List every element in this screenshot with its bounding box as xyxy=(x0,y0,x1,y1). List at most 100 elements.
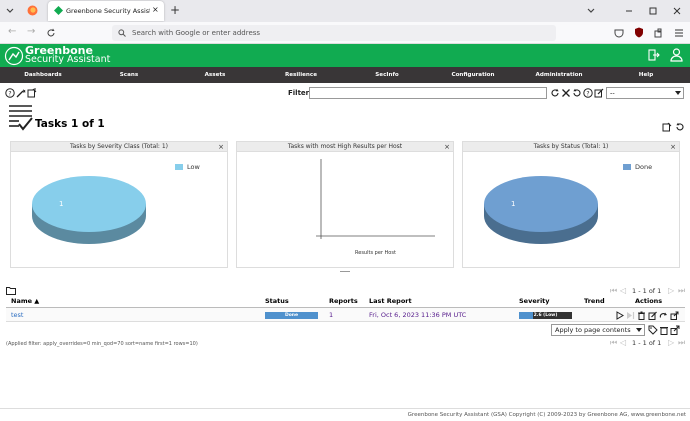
task-wizard-icon[interactable] xyxy=(16,88,26,98)
pager-text: 1 - 1 of 1 xyxy=(632,287,662,295)
bulk-trash-icon[interactable] xyxy=(659,325,669,335)
main-nav: Dashboards Scans Assets Resilience SecIn… xyxy=(0,67,690,83)
add-dashboard-icon[interactable] xyxy=(662,122,672,132)
nav-assets[interactable]: Assets xyxy=(172,67,258,83)
legend-swatch-done xyxy=(623,164,631,170)
chevron-down-icon[interactable] xyxy=(5,6,15,16)
ublock-shield-icon[interactable] xyxy=(634,27,644,38)
col-trend: Trend xyxy=(584,297,605,305)
clear-filter-icon[interactable] xyxy=(561,88,571,98)
pie-slice-low[interactable] xyxy=(32,176,146,232)
nav-scans[interactable]: Scans xyxy=(86,67,172,83)
panel-title: Tasks by Status (Total: 1) xyxy=(533,143,609,150)
new-tab-button[interactable]: + xyxy=(170,3,180,17)
first-page-icon[interactable]: ⏮ xyxy=(610,287,617,295)
menu-icon[interactable] xyxy=(674,28,684,38)
extensions-icon[interactable] xyxy=(654,28,664,38)
list-all-tabs-icon[interactable] xyxy=(586,6,596,16)
brand-subtitle: Security Assistant xyxy=(25,54,111,65)
reload-icon[interactable] xyxy=(46,28,56,38)
bulk-export-icon[interactable] xyxy=(670,325,680,335)
reset-dashboard-icon[interactable] xyxy=(675,122,685,132)
maximize-icon[interactable] xyxy=(648,6,658,16)
nav-secinfo[interactable]: SecInfo xyxy=(344,67,430,83)
panel-close-icon[interactable]: × xyxy=(444,142,450,152)
tag-icon[interactable] xyxy=(648,325,658,335)
trash-icon[interactable] xyxy=(637,311,646,320)
last-page-icon[interactable]: ⏭ xyxy=(678,339,685,347)
page-title: Tasks 1 of 1 xyxy=(35,118,105,130)
svg-text:?: ? xyxy=(8,90,11,97)
chevron-down-icon xyxy=(675,91,681,95)
first-page-icon[interactable]: ⏮ xyxy=(610,339,617,347)
pie-slice-done[interactable] xyxy=(484,176,598,232)
severity-bar: 2.6 (Low) xyxy=(519,312,572,319)
nav-administration[interactable]: Administration xyxy=(516,67,602,83)
previous-page-icon[interactable]: ◁ xyxy=(620,339,626,347)
pie-slice-label: 1 xyxy=(511,200,515,208)
nav-help[interactable]: Help xyxy=(602,67,690,83)
next-page-icon[interactable]: ▷ xyxy=(668,287,674,295)
filter-label: Filter xyxy=(288,89,310,97)
minimize-icon[interactable] xyxy=(624,6,634,16)
last-page-icon[interactable]: ⏭ xyxy=(678,287,685,295)
greenbone-logo-icon[interactable] xyxy=(4,46,24,66)
tab-close-icon[interactable]: × xyxy=(152,5,159,14)
filter-select[interactable]: -- xyxy=(606,87,684,99)
filter-input[interactable] xyxy=(309,87,547,99)
back-icon[interactable]: ← xyxy=(8,26,16,37)
resume-icon[interactable] xyxy=(626,311,635,320)
panel-severity-class: Tasks by Severity Class (Total: 1) × 1 Lo… xyxy=(10,141,228,268)
legend-label-low[interactable]: Low xyxy=(187,163,200,171)
col-last-report[interactable]: Last Report xyxy=(369,297,412,305)
nav-configuration[interactable]: Configuration xyxy=(430,67,516,83)
start-icon[interactable] xyxy=(615,311,624,320)
dashboard-resize-handle[interactable] xyxy=(340,271,350,272)
bulk-action-value: Apply to page contents xyxy=(555,326,631,334)
filter-select-value: -- xyxy=(610,89,615,97)
col-actions: Actions xyxy=(635,297,663,305)
edit-filter-icon[interactable] xyxy=(594,88,604,98)
status-bar[interactable]: Done xyxy=(265,312,318,319)
firefox-icon[interactable] xyxy=(27,5,38,16)
url-input[interactable]: Search with Google or enter address xyxy=(112,25,556,41)
tab-title: Greenbone Security Assistant xyxy=(66,7,150,15)
high-results-bar-chart xyxy=(316,159,435,239)
severity-pie-chart[interactable]: 1 xyxy=(27,168,153,254)
pocket-icon[interactable] xyxy=(614,28,624,38)
clone-icon[interactable] xyxy=(659,311,668,320)
last-report-link[interactable]: Fri, Oct 6, 2023 11:36 PM UTC xyxy=(369,311,466,319)
panel-close-icon[interactable]: × xyxy=(670,142,676,152)
export-icon[interactable] xyxy=(670,311,679,320)
reports-count-link[interactable]: 1 xyxy=(329,311,333,319)
logout-icon[interactable] xyxy=(648,49,660,61)
window-close-icon[interactable] xyxy=(672,6,682,16)
legend-label-done[interactable]: Done xyxy=(635,163,652,171)
browser-tab[interactable]: Greenbone Security Assistant × xyxy=(48,1,164,21)
filter-help-icon[interactable]: ? xyxy=(583,88,593,98)
edit-icon[interactable] xyxy=(648,311,657,320)
col-reports[interactable]: Reports xyxy=(329,297,358,305)
col-status[interactable]: Status xyxy=(265,297,289,305)
bulk-action-select[interactable]: Apply to page contents xyxy=(551,324,645,336)
legend-swatch-low xyxy=(175,164,183,170)
help-icon[interactable]: ? xyxy=(5,88,15,98)
previous-page-icon[interactable]: ◁ xyxy=(620,287,626,295)
task-name-link[interactable]: test xyxy=(11,311,23,319)
pie-slice-label: 1 xyxy=(59,200,63,208)
status-pie-chart[interactable]: 1 xyxy=(479,168,605,254)
col-name[interactable]: Name ▲ xyxy=(11,297,39,305)
folder-icon[interactable] xyxy=(6,286,16,295)
url-placeholder: Search with Google or enter address xyxy=(132,29,261,37)
reset-filter-icon[interactable] xyxy=(572,88,582,98)
next-page-icon[interactable]: ▷ xyxy=(668,339,674,347)
new-task-icon[interactable] xyxy=(27,88,37,98)
forward-icon[interactable]: → xyxy=(27,26,35,37)
col-severity[interactable]: Severity xyxy=(519,297,550,305)
refresh-filter-icon[interactable] xyxy=(550,88,560,98)
nav-resilience[interactable]: Resilience xyxy=(258,67,344,83)
nav-dashboards[interactable]: Dashboards xyxy=(0,67,86,83)
x-axis-label: Results per Host xyxy=(355,250,396,256)
panel-close-icon[interactable]: × xyxy=(218,142,224,152)
user-icon[interactable] xyxy=(670,48,683,62)
